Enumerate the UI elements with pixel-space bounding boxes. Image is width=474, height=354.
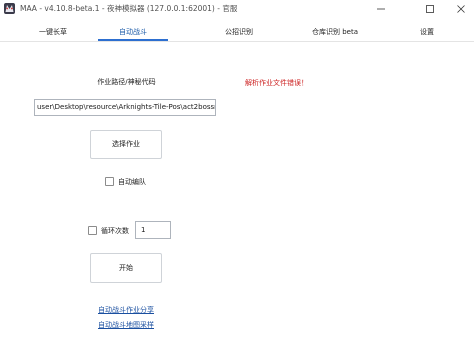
maximize-icon — [426, 4, 434, 13]
map-sampling-link[interactable]: 自动战斗地图采样 — [0, 320, 252, 330]
title-bar: MAA - v4.10.8-beta.1 - 夜神模拟器 (127.0.0.1:… — [0, 0, 474, 17]
select-copilot-button[interactable]: 选择作业 — [90, 130, 162, 159]
auto-squad-label[interactable]: 自动编队 — [118, 177, 146, 187]
loop-checkbox[interactable] — [88, 226, 97, 235]
copilot-share-link[interactable]: 自动战斗作业分享 — [0, 305, 252, 315]
active-tab-indicator — [98, 39, 168, 41]
loop-label[interactable]: 循环次数 — [101, 226, 129, 236]
auto-squad-checkbox[interactable] — [105, 177, 114, 186]
copilot-path-input[interactable]: user\Desktop\resource\Arknights-Tile-Pos… — [34, 99, 216, 116]
error-message: 解析作业文件错误！ — [245, 79, 308, 87]
window-title: MAA - v4.10.8-beta.1 - 夜神模拟器 (127.0.0.1:… — [20, 4, 238, 13]
tab-one-key[interactable]: 一键长草 — [8, 26, 98, 41]
tab-recruit[interactable]: 公招识别 — [200, 26, 278, 41]
close-icon — [457, 4, 465, 13]
start-button[interactable]: 开始 — [90, 253, 162, 283]
minimize-button[interactable] — [366, 0, 396, 17]
main-tab-bar: 一键长草 自动战斗 公招识别 仓库识别 beta 设置 — [0, 26, 474, 42]
minimize-icon — [377, 8, 385, 9]
tab-settings[interactable]: 设置 — [398, 26, 456, 41]
maximize-button[interactable] — [415, 0, 445, 17]
maa-app-icon — [4, 3, 15, 14]
tab-depot[interactable]: 仓库识别 beta — [290, 26, 380, 41]
loop-times-input[interactable]: 1 — [135, 221, 171, 239]
path-label: 作业路径/神秘代码 — [97, 78, 156, 86]
close-button[interactable] — [446, 0, 474, 17]
